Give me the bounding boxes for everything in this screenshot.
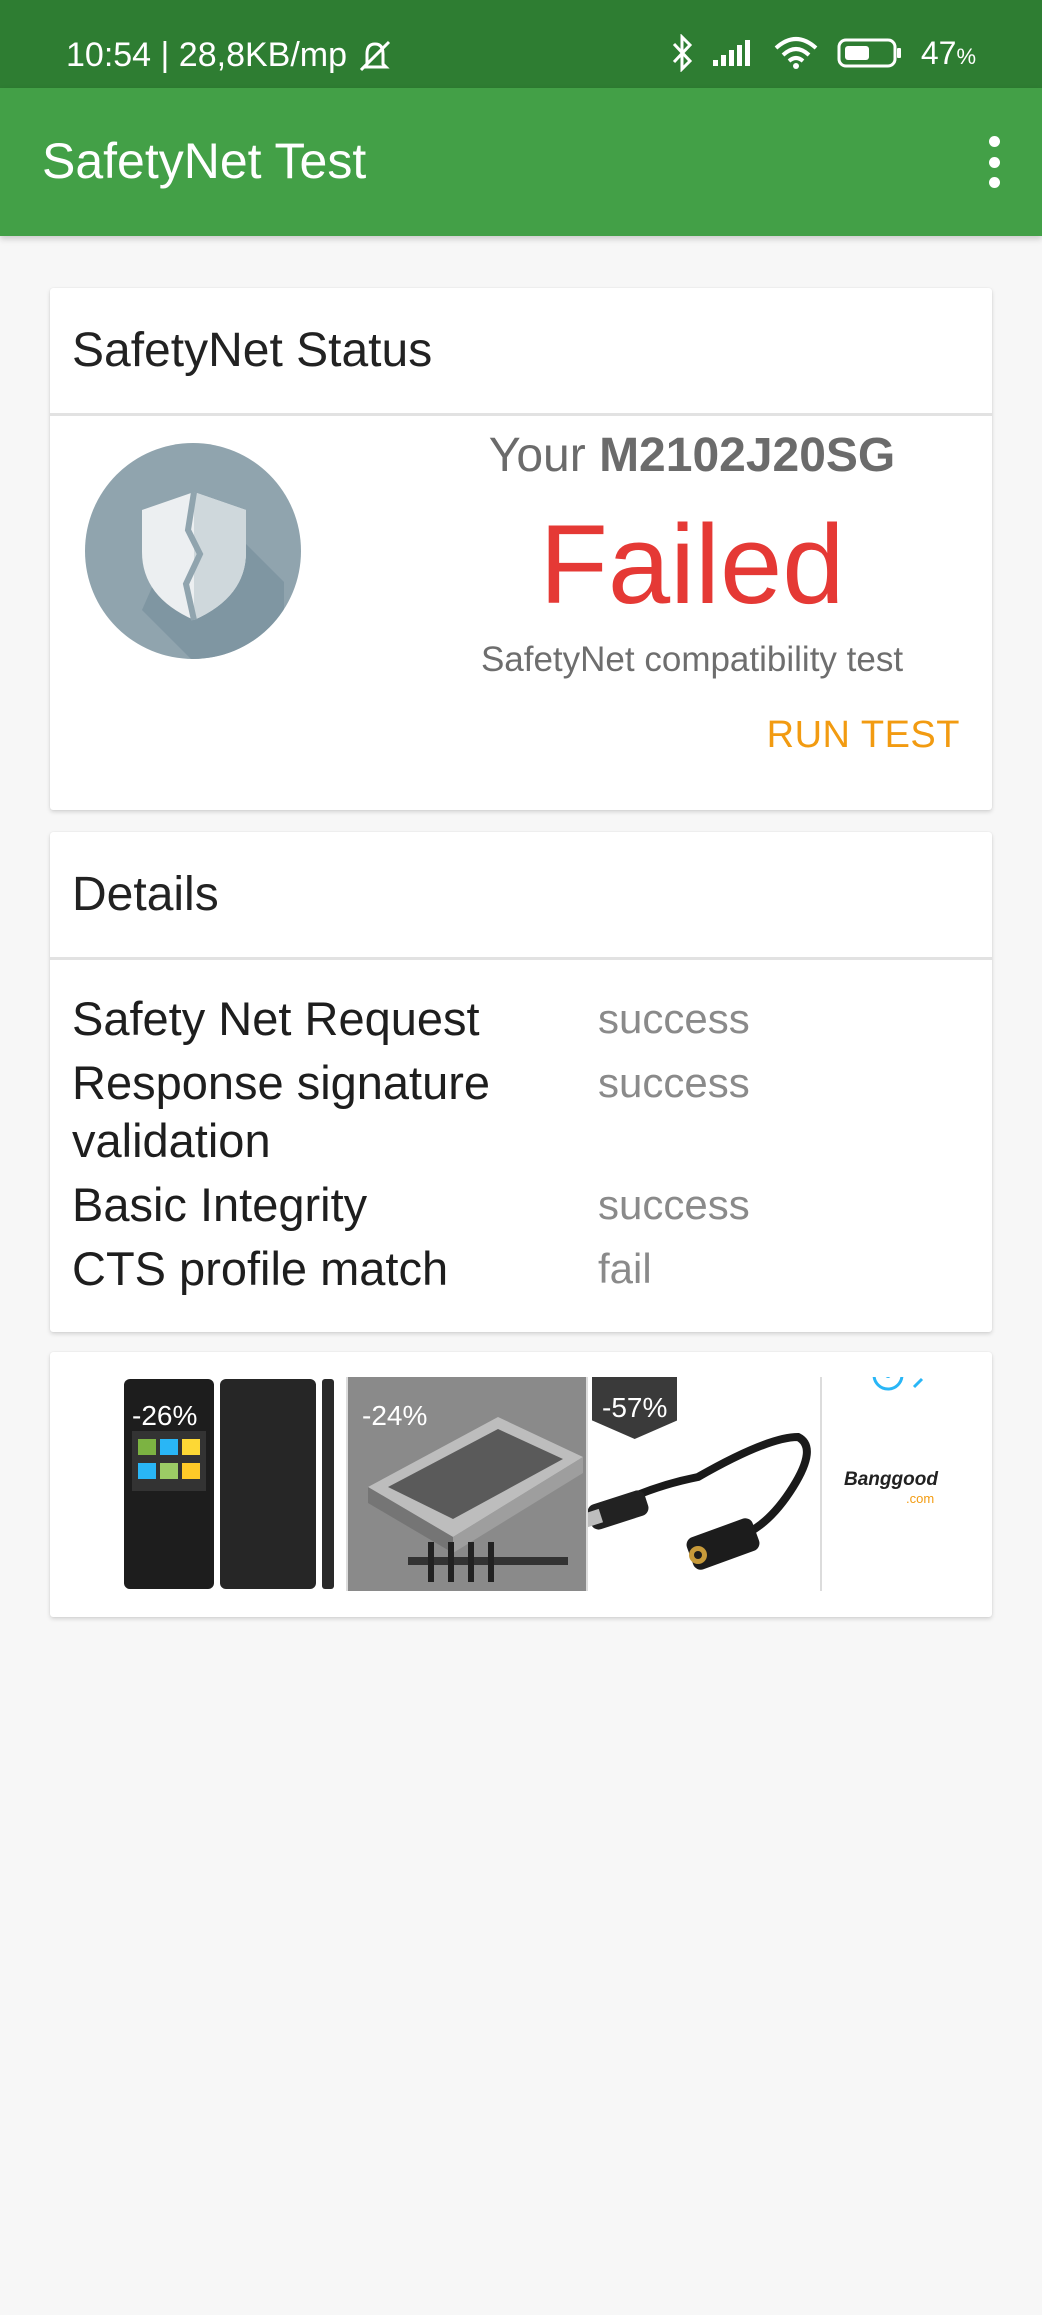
battery-icon — [837, 37, 903, 69]
detail-label: CTS profile match — [72, 1242, 449, 1295]
details-card: Details Safety Net Request success Respo… — [50, 832, 992, 1332]
detail-label: Basic Integrity — [72, 1178, 368, 1231]
status-time: 10:54 | 28,8KB/mp — [66, 36, 348, 74]
banggood-logo: Banggood — [844, 1469, 938, 1490]
ad-product-mp3-player[interactable]: -26% — [122, 1377, 348, 1591]
app-title: SafetyNet Test — [42, 133, 367, 189]
overflow-menu-icon[interactable] — [974, 128, 1014, 196]
status-card: SafetyNet Status Your M2102J20SG Failed … — [50, 288, 992, 810]
details-list: Safety Net Request success Response sign… — [50, 960, 992, 1298]
detail-value: success — [598, 1059, 750, 1106]
status-card-title: SafetyNet Status — [50, 288, 992, 416]
ad-product-audio-adapter[interactable]: -57% — [588, 1377, 822, 1591]
detail-row: Safety Net Request success — [72, 990, 992, 1048]
detail-value: success — [598, 995, 750, 1042]
detail-row: Response signature validation success — [72, 1054, 992, 1170]
ad-strip[interactable]: -26% -24% -57% Banggood .com — [122, 1377, 970, 1591]
detail-row: CTS profile match fail — [72, 1240, 992, 1298]
detail-value: fail — [598, 1245, 652, 1292]
status-right: 47% — [671, 34, 976, 72]
status-left: 10:54 | 28,8KB/mp — [66, 36, 395, 75]
result-subtitle: SafetyNet compatibility test — [480, 640, 904, 679]
device-prefix: Your — [488, 429, 586, 482]
result-status: Failed — [539, 502, 845, 627]
status-bar: 10:54 | 28,8KB/mp 47% — [0, 0, 1042, 88]
device-model: M2102J20SG — [599, 429, 896, 482]
detail-value: success — [598, 1181, 750, 1228]
battery-level: 47% — [920, 34, 976, 71]
ad-brand-tile[interactable]: Banggood .com — [822, 1377, 962, 1591]
wifi-icon — [773, 36, 819, 70]
bluetooth-icon — [671, 34, 693, 72]
signal-icon — [711, 38, 755, 68]
run-test-button[interactable]: RUN TEST — [767, 714, 960, 757]
muted-bell-icon — [355, 38, 395, 74]
detail-label: Response signature validation — [72, 1056, 491, 1167]
broken-shield-icon — [84, 442, 302, 665]
detail-row: Basic Integrity success — [72, 1176, 992, 1234]
banggood-logo-suffix: .com — [906, 1491, 935, 1506]
ad-product-usb-hub[interactable]: -24% — [348, 1377, 588, 1591]
device-line: Your M2102J20SG — [422, 428, 962, 483]
ad-banner[interactable]: -26% -24% -57% Banggood .com — [50, 1352, 992, 1617]
detail-label: Safety Net Request — [72, 992, 480, 1045]
details-card-title: Details — [50, 832, 992, 960]
app-bar: SafetyNet Test — [0, 88, 1042, 236]
